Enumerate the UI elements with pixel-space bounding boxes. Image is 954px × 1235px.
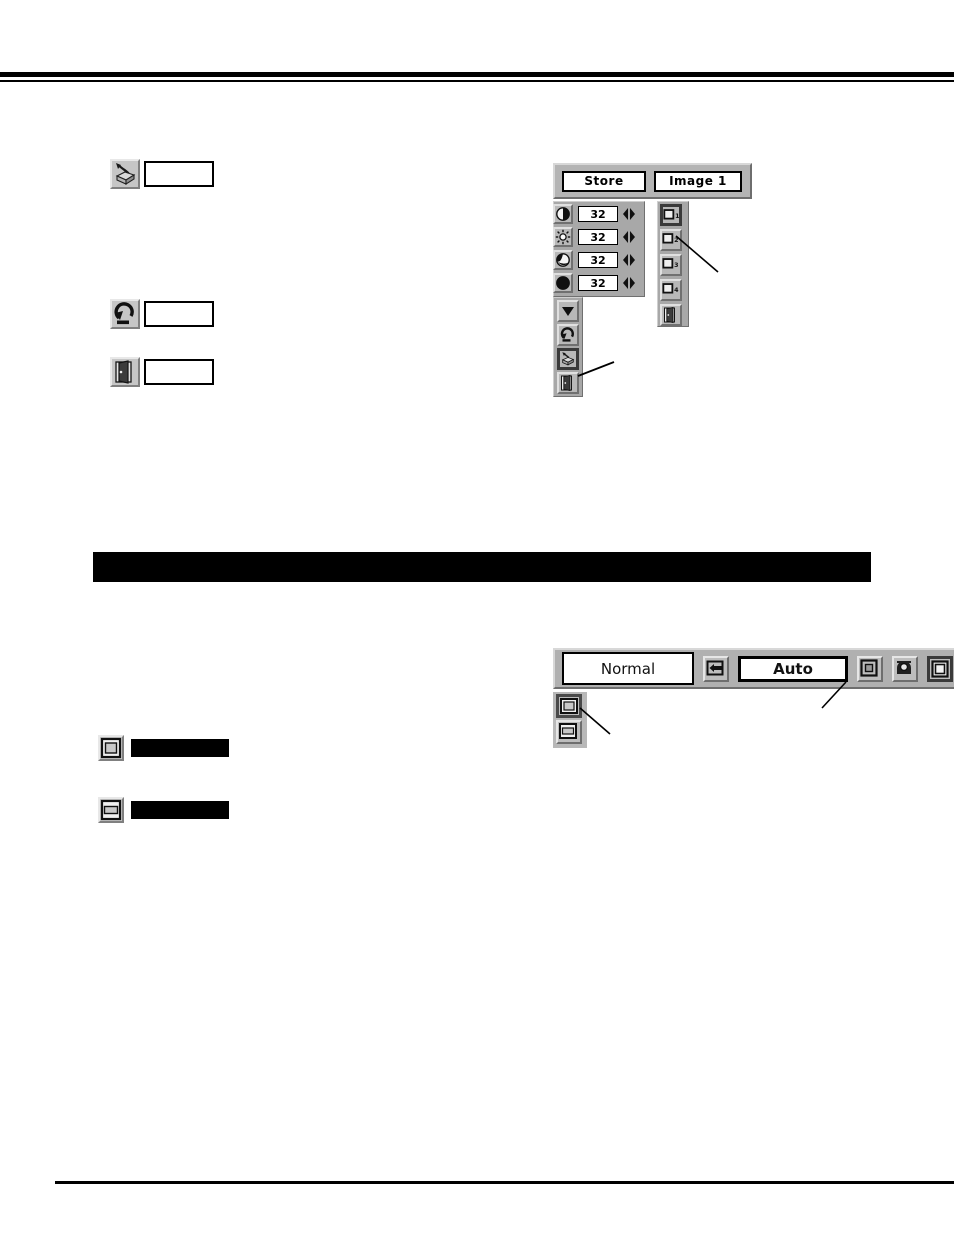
screen-wide-icon xyxy=(98,797,124,823)
legend-item-screen-normal xyxy=(98,735,229,761)
manual-page: Store Image 1 32 32 32 32 1 2 3 4 Normal… xyxy=(0,0,954,1235)
left-right-arrows-icon[interactable] xyxy=(622,229,636,245)
callout-leader-store-tool xyxy=(577,361,622,384)
slider-row-brightness[interactable]: 32 xyxy=(553,226,636,248)
image-level-4-item[interactable]: 4 xyxy=(660,279,682,301)
left-right-arrows-icon[interactable] xyxy=(622,252,636,268)
dropdown-item-screen-normal[interactable] xyxy=(556,694,582,718)
dropdown-item-screen-wide[interactable] xyxy=(556,720,582,744)
screen-digital-zoom-icon[interactable] xyxy=(927,655,953,682)
screen-normal-icon xyxy=(98,735,124,761)
tint-icon xyxy=(553,273,573,293)
screen-mode-display[interactable]: Normal xyxy=(562,652,694,685)
legend-label-screen-wide xyxy=(131,801,229,819)
brightness-icon xyxy=(553,227,573,247)
reset-undo-icon xyxy=(110,299,140,329)
legend-item-screen-wide xyxy=(98,797,229,823)
tool-store-hand-icon[interactable] xyxy=(557,348,579,370)
legend-item-reset xyxy=(110,299,214,329)
footer-rule xyxy=(55,1181,954,1184)
brightness-value: 32 xyxy=(578,229,618,245)
tint-value: 32 xyxy=(578,275,618,291)
legend-label-store xyxy=(144,161,214,187)
slider-row-contrast[interactable]: 32 xyxy=(553,203,636,225)
contrast-icon xyxy=(553,204,573,224)
tool-reset-undo-icon[interactable] xyxy=(557,324,579,346)
screen-menu-bar: Normal Auto xyxy=(553,648,954,689)
legend-item-quit xyxy=(110,357,214,387)
auto-button[interactable]: Auto xyxy=(738,655,848,682)
color-icon xyxy=(553,250,573,270)
screen-custom-icon[interactable] xyxy=(892,655,918,682)
header-rule-thin xyxy=(0,80,954,82)
image-level-3-item[interactable]: 3 xyxy=(660,254,682,276)
screen-normal-icon[interactable] xyxy=(857,655,883,682)
section-header-bar xyxy=(93,552,871,582)
left-right-arrows-icon[interactable] xyxy=(622,275,636,291)
legend-item-store xyxy=(110,159,214,189)
legend-label-screen-normal xyxy=(131,739,229,757)
header-rule-thick xyxy=(0,72,954,77)
legend-label-quit xyxy=(144,359,214,385)
image-level-1-item[interactable]: 1 xyxy=(660,204,682,226)
image-adjust-menu-header: Store Image 1 xyxy=(553,163,752,199)
left-right-arrows-icon[interactable] xyxy=(622,206,636,222)
image-level-quit-door-icon[interactable] xyxy=(660,304,682,326)
contrast-value: 32 xyxy=(578,206,618,222)
store-button[interactable]: Store xyxy=(562,170,646,192)
slider-row-color[interactable]: 32 xyxy=(553,249,636,271)
color-value: 32 xyxy=(578,252,618,268)
svg-text:4: 4 xyxy=(674,287,679,294)
scroll-down-arrow-icon[interactable] xyxy=(557,300,579,322)
input-source-icon[interactable] xyxy=(703,655,729,682)
quit-door-icon xyxy=(110,357,140,387)
svg-text:3: 3 xyxy=(674,262,678,269)
svg-text:2: 2 xyxy=(674,237,678,244)
svg-text:1: 1 xyxy=(675,213,679,220)
tool-quit-door-icon[interactable] xyxy=(557,372,579,394)
legend-label-reset xyxy=(144,301,214,327)
slider-row-tint[interactable]: 32 xyxy=(553,272,636,294)
image-select-button[interactable]: Image 1 xyxy=(654,170,742,192)
image-level-2-item[interactable]: 2 xyxy=(660,229,682,251)
store-hand-icon xyxy=(110,159,140,189)
